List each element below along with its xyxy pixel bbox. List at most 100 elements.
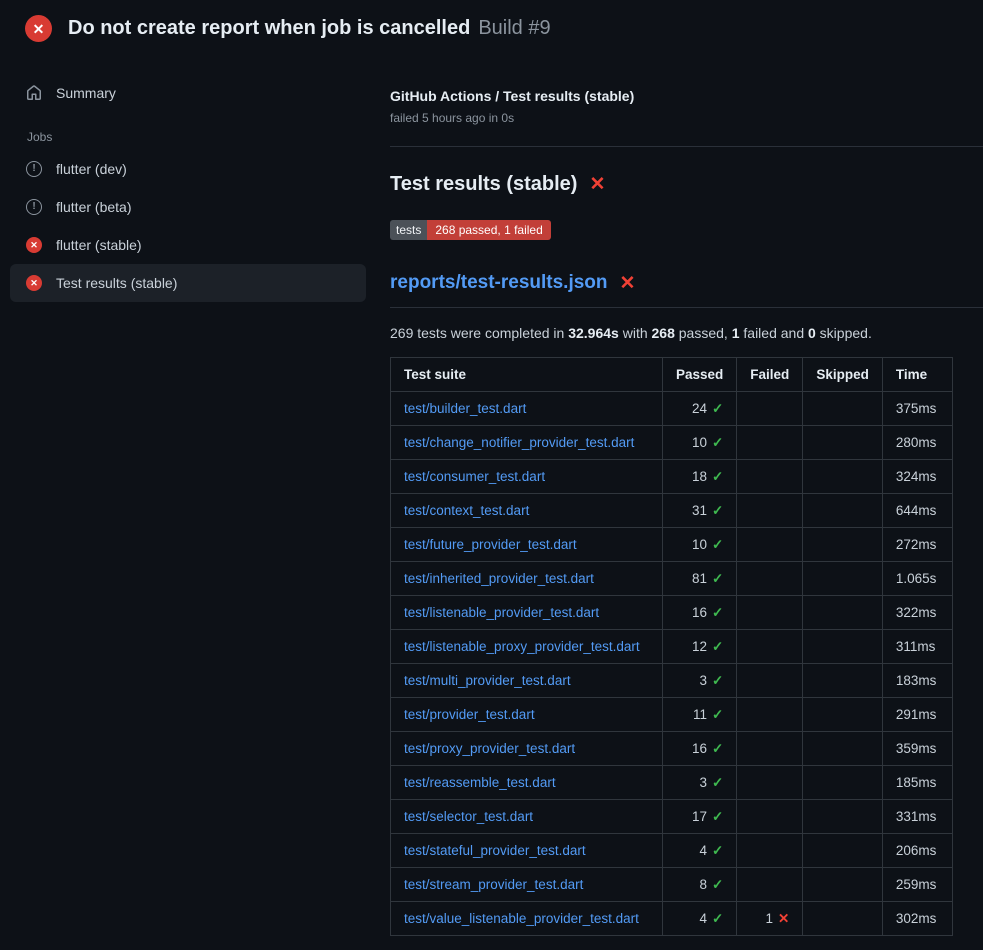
table-row: test/selector_test.dart 17✓ 331ms — [391, 800, 953, 834]
skipped-cell — [803, 596, 883, 630]
check-icon: ✓ — [712, 503, 723, 518]
time-cell: 183ms — [882, 664, 952, 698]
test-suite-link[interactable]: test/inherited_provider_test.dart — [404, 571, 594, 586]
passed-cell: 16✓ — [663, 732, 737, 766]
test-suite-link[interactable]: test/reassemble_test.dart — [404, 775, 556, 790]
passed-cell: 16✓ — [663, 596, 737, 630]
time-cell: 259ms — [882, 868, 952, 902]
sidebar-job-test-results-stable[interactable]: ✕Test results (stable) — [10, 264, 366, 302]
table-row: test/reassemble_test.dart3✓185ms — [391, 766, 953, 800]
column-header-failed: Failed — [737, 358, 803, 392]
passed-cell: 18 ✓ — [663, 460, 737, 494]
failed-cell — [737, 494, 803, 528]
table-row: test/context_test.dart31✓644ms — [391, 494, 953, 528]
passed-cell: 17✓ — [663, 800, 737, 834]
table-header-row: Test suite Passed Failed Skipped Time — [391, 358, 953, 392]
passed-count: 81 — [692, 571, 707, 586]
run-status-line: failed 5 hours ago in 0s — [390, 111, 983, 125]
skipped-cell — [803, 698, 883, 732]
skipped-cell — [803, 528, 883, 562]
test-suite-link[interactable]: test/consumer_test.dart — [404, 469, 545, 484]
test-suite-link[interactable]: test/change_notifier_provider_test.dart — [404, 435, 634, 450]
test-suite-cell: test/reassemble_test.dart — [391, 766, 663, 800]
test-suite-link[interactable]: test/listenable_proxy_provider_test.dart — [404, 639, 640, 654]
passed-cell: 10✓ — [663, 426, 737, 460]
sidebar: Summary Jobs !flutter (dev)!flutter (bet… — [0, 52, 390, 302]
page-layout: Summary Jobs !flutter (dev)!flutter (bet… — [0, 52, 983, 936]
test-suite-cell: test/context_test.dart — [391, 494, 663, 528]
sidebar-job-label: flutter (dev) — [56, 161, 127, 177]
jobs-section-label: Jobs — [27, 130, 366, 144]
summary-segment: 1 — [732, 325, 740, 341]
test-suite-link[interactable]: test/proxy_provider_test.dart — [404, 741, 575, 756]
report-link[interactable]: reports/test-results.json — [390, 272, 608, 294]
summary-segment: skipped. — [816, 325, 872, 341]
test-suite-link[interactable]: test/builder_test.dart — [404, 401, 526, 416]
test-suite-link[interactable]: test/provider_test.dart — [404, 707, 535, 722]
sidebar-job-label: flutter (beta) — [56, 199, 131, 215]
build-header: ✕ Do not create report when job is cance… — [0, 0, 983, 52]
check-icon: ✓ — [712, 707, 723, 722]
sidebar-job-label: Test results (stable) — [56, 275, 177, 291]
summary-segment: 0 — [808, 325, 816, 341]
table-row: test/multi_provider_test.dart 3✓ 183ms — [391, 664, 953, 698]
passed-cell: 81✓ — [663, 562, 737, 596]
header-divider — [390, 146, 983, 147]
passed-count: 16 — [692, 741, 707, 756]
sidebar-job-flutter-beta[interactable]: !flutter (beta) — [10, 188, 366, 226]
test-suite-cell: test/multi_provider_test.dart — [391, 664, 663, 698]
table-row: test/listenable_provider_test.dart16✓322… — [391, 596, 953, 630]
test-suite-cell: test/consumer_test.dart — [391, 460, 663, 494]
test-suite-link[interactable]: test/future_provider_test.dart — [404, 537, 577, 552]
column-header-time: Time — [882, 358, 952, 392]
failed-x-icon: ✕ — [589, 175, 605, 194]
time-cell: 291ms — [882, 698, 952, 732]
breadcrumb: GitHub Actions / Test results (stable) — [390, 88, 983, 104]
test-suite-cell: test/future_provider_test.dart — [391, 528, 663, 562]
skipped-cell — [803, 834, 883, 868]
failed-cell — [737, 392, 803, 426]
time-cell: 324ms — [882, 460, 952, 494]
passed-cell: 3✓ — [663, 664, 737, 698]
column-header-skipped: Skipped — [803, 358, 883, 392]
skipped-cell — [803, 868, 883, 902]
home-icon — [26, 85, 42, 101]
time-cell: 331ms — [882, 800, 952, 834]
sidebar-job-flutter-stable[interactable]: ✕flutter (stable) — [10, 226, 366, 264]
test-suite-link[interactable]: test/multi_provider_test.dart — [404, 673, 571, 688]
test-suite-cell: test/stream_provider_test.dart — [391, 868, 663, 902]
passed-count: 10 — [692, 537, 707, 552]
passed-count: 12 — [692, 639, 707, 654]
check-icon: ✓ — [712, 469, 723, 484]
passed-count: 3 — [699, 775, 707, 790]
failed-cell — [737, 732, 803, 766]
sidebar-item-summary[interactable]: Summary — [10, 74, 366, 112]
test-suite-link[interactable]: test/value_listenable_provider_test.dart — [404, 911, 639, 926]
test-suite-link[interactable]: test/listenable_provider_test.dart — [404, 605, 599, 620]
check-icon: ✓ — [712, 435, 723, 450]
time-cell: 302ms — [882, 902, 952, 936]
sidebar-job-label: flutter (stable) — [56, 237, 142, 253]
time-cell: 644ms — [882, 494, 952, 528]
time-cell: 311ms — [882, 630, 952, 664]
table-row: test/builder_test.dart24✓375ms — [391, 392, 953, 426]
build-number: Build #9 — [478, 17, 550, 39]
passed-cell: 24✓ — [663, 392, 737, 426]
tests-badge-value: 268 passed, 1 failed — [427, 220, 550, 240]
table-row: test/future_provider_test.dart10✓272ms — [391, 528, 953, 562]
test-suite-link[interactable]: test/selector_test.dart — [404, 809, 533, 824]
test-suite-cell: test/listenable_proxy_provider_test.dart — [391, 630, 663, 664]
passed-count: 24 — [692, 401, 707, 416]
failed-cell — [737, 800, 803, 834]
test-suite-link[interactable]: test/stateful_provider_test.dart — [404, 843, 586, 858]
failed-x-icon: ✕ — [620, 274, 636, 293]
summary-segment: passed, — [675, 325, 732, 341]
skipped-cell — [803, 630, 883, 664]
test-suite-link[interactable]: test/context_test.dart — [404, 503, 529, 518]
summary-segment: failed and — [740, 325, 809, 341]
test-suite-link[interactable]: test/stream_provider_test.dart — [404, 877, 583, 892]
check-icon: ✓ — [712, 911, 723, 926]
passed-count: 18 — [692, 469, 707, 484]
sidebar-job-flutter-dev[interactable]: !flutter (dev) — [10, 150, 366, 188]
column-header-test-suite: Test suite — [391, 358, 663, 392]
